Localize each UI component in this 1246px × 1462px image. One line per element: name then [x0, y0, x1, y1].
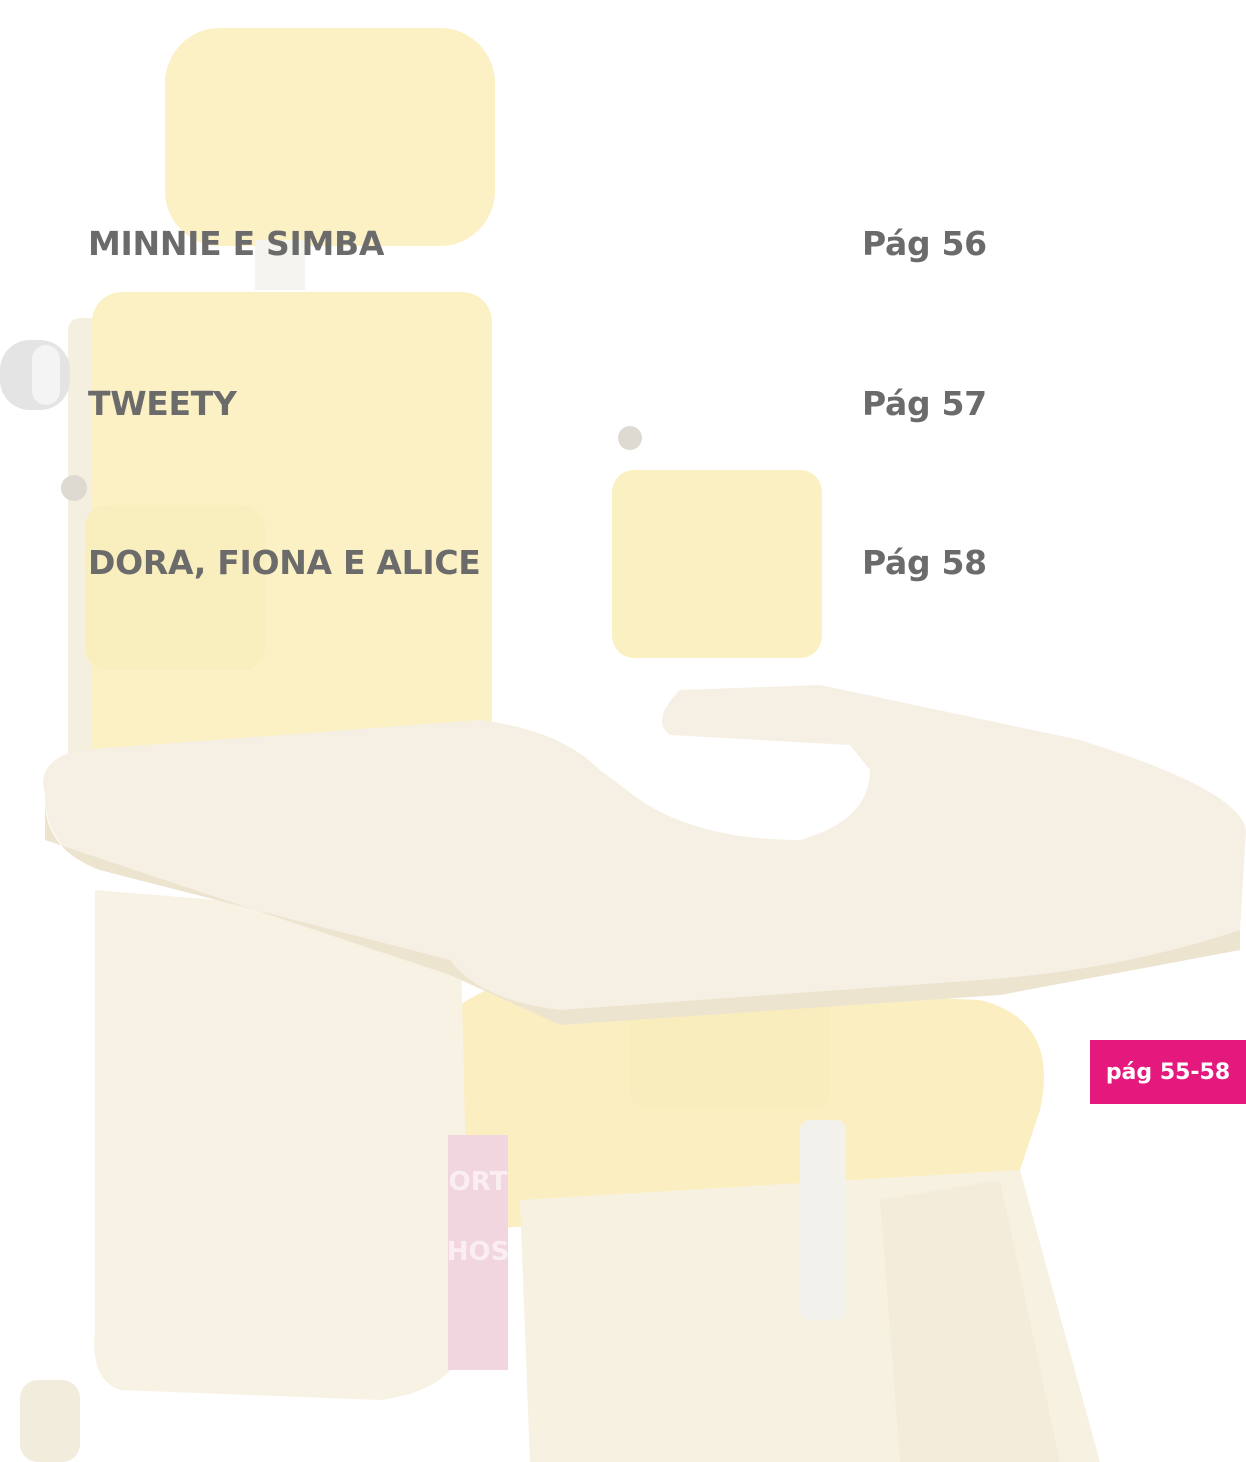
toc-entry-title[interactable]: MINNIE E SIMBA	[88, 224, 384, 263]
page-range-label: pág 55-58	[1105, 1059, 1231, 1085]
toc-entry-page[interactable]: Pág 57	[862, 384, 987, 423]
page-range-tab[interactable]: pág 55-58	[1090, 1040, 1246, 1104]
toc-entry-title[interactable]: TWEETY	[88, 384, 237, 423]
table-of-contents: MINNIE E SIMBA Pág 56 TWEETY Pág 57 DORA…	[0, 0, 1246, 1462]
toc-entry-page[interactable]: Pág 56	[862, 224, 987, 263]
toc-entry-title[interactable]: DORA, FIONA E ALICE	[88, 543, 481, 582]
catalog-page: ORT HOS MINNIE E SIMBA Pág 56 TWEETY Pág…	[0, 0, 1246, 1462]
toc-entry-page[interactable]: Pág 58	[862, 543, 987, 582]
